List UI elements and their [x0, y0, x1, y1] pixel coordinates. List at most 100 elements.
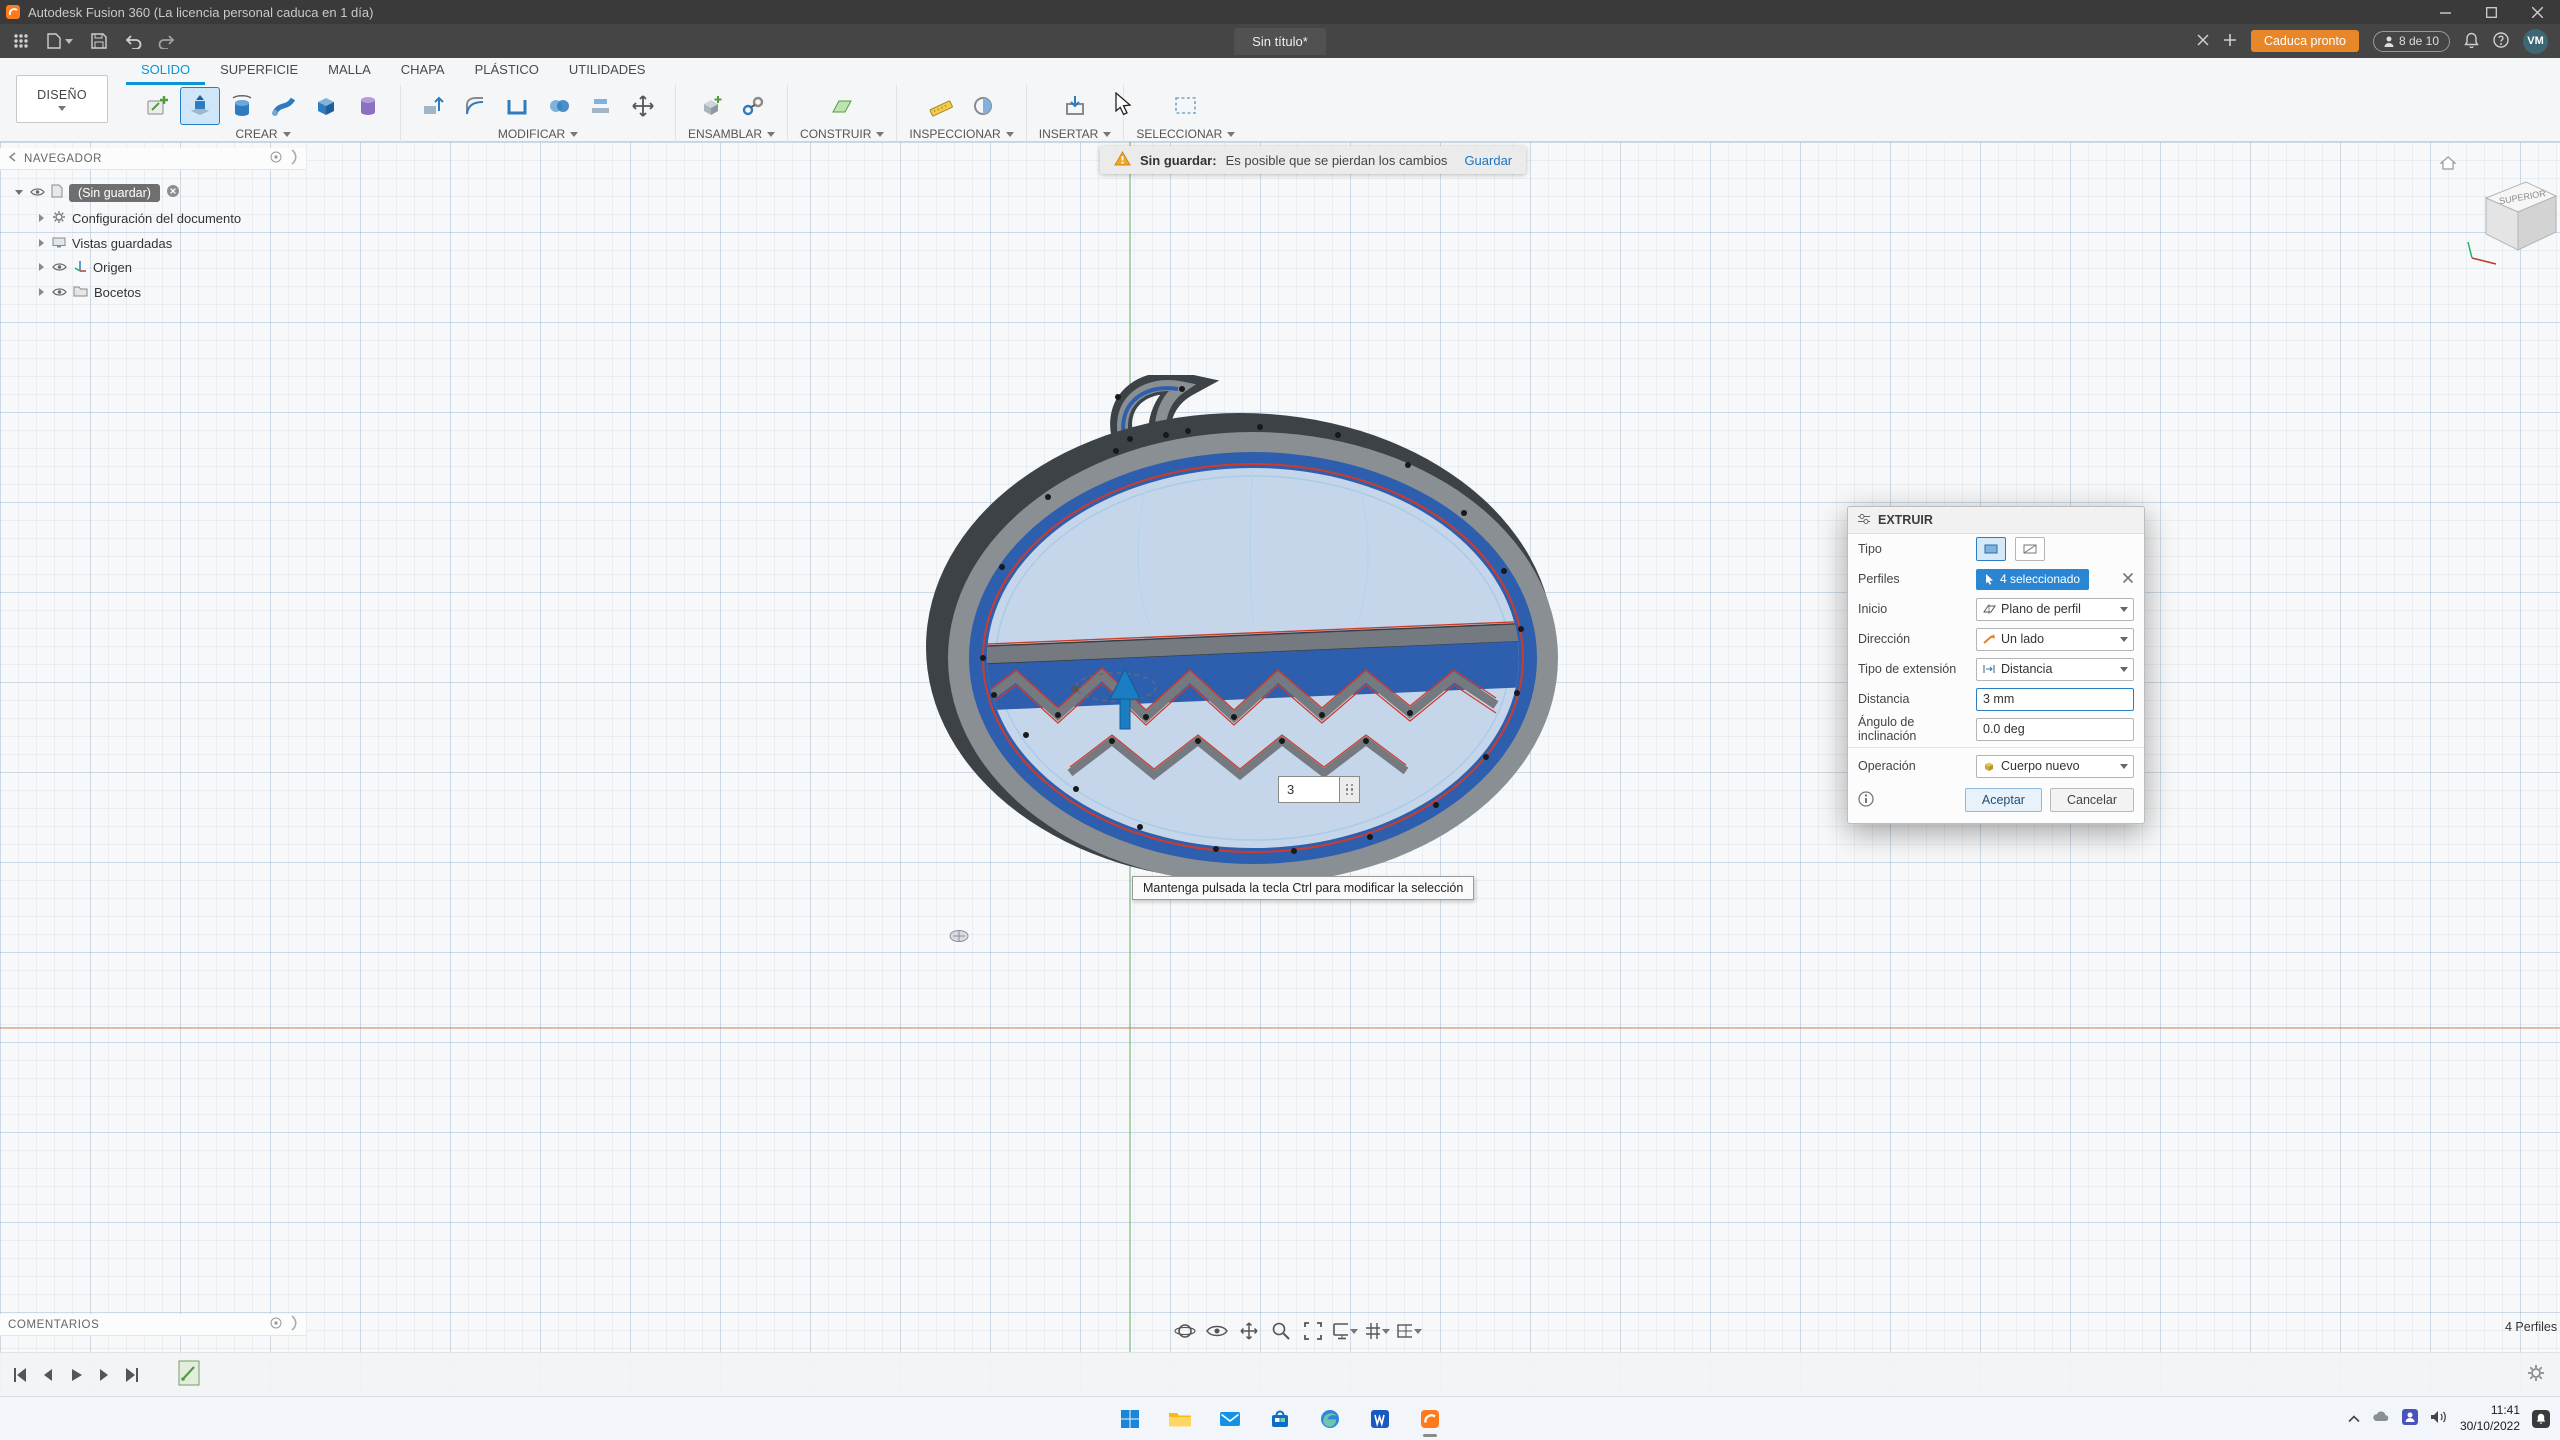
collapse-panel-icon[interactable]	[8, 152, 16, 165]
orbit-icon[interactable]	[1172, 1318, 1198, 1344]
timeline-play-icon[interactable]	[64, 1363, 88, 1387]
tray-chevron-up-icon[interactable]	[2348, 1411, 2360, 1426]
zoom-icon[interactable]	[1268, 1318, 1294, 1344]
caret-collapsed-icon[interactable]	[36, 260, 46, 275]
construction-plane-icon[interactable]	[822, 87, 862, 125]
save-link[interactable]: Guardar	[1464, 153, 1512, 168]
tree-row-doc-settings[interactable]: Configuración del documento	[36, 206, 241, 231]
start-button-icon[interactable]	[1111, 1400, 1149, 1438]
fusion360-taskbar-icon[interactable]	[1411, 1400, 1449, 1438]
active-document-name[interactable]: (Sin guardar)	[69, 184, 160, 202]
caret-collapsed-icon[interactable]	[36, 285, 46, 300]
distancia-input[interactable]: 3 mm	[1976, 688, 2134, 711]
grid-settings-icon[interactable]	[1364, 1318, 1390, 1344]
timeline-step-forward-icon[interactable]	[92, 1363, 116, 1387]
save-icon[interactable]	[84, 27, 114, 55]
operacion-dropdown[interactable]: Cuerpo nuevo	[1976, 755, 2134, 778]
pumpkin-cookie-cutter-model[interactable]	[920, 375, 1580, 905]
target-circle-icon[interactable]	[270, 1317, 282, 1332]
extrude-thin-type-button[interactable]	[2015, 537, 2045, 561]
seleccionar-dropdown[interactable]: SELECCIONAR	[1136, 126, 1235, 142]
extrude-drag-arrow-shaft[interactable]	[1120, 699, 1130, 729]
mail-app-icon[interactable]	[1211, 1400, 1249, 1438]
undo-icon[interactable]	[118, 27, 148, 55]
look-at-icon[interactable]	[1204, 1318, 1230, 1344]
tree-row-document[interactable]: (Sin guardar)	[14, 180, 180, 205]
store-app-icon[interactable]	[1261, 1400, 1299, 1438]
close-circle-icon[interactable]	[166, 184, 180, 201]
angulo-input[interactable]: 0.0 deg	[1976, 718, 2134, 741]
panel-resize-handle[interactable]	[290, 1315, 298, 1334]
timeline-skip-end-icon[interactable]	[120, 1363, 144, 1387]
revolve-icon[interactable]	[222, 87, 262, 125]
tab-plastico[interactable]: PLÁSTICO	[460, 58, 554, 85]
cancel-button[interactable]: Cancelar	[2050, 788, 2134, 812]
extension-dropdown[interactable]: Distancia	[1976, 658, 2134, 681]
app-launcher-icon[interactable]	[6, 27, 36, 55]
license-expiry-button[interactable]: Caduca pronto	[2251, 30, 2359, 52]
dimension-input[interactable]: 3	[1278, 776, 1340, 803]
create-sketch-icon[interactable]	[138, 87, 178, 125]
modificar-dropdown[interactable]: MODIFICAR	[498, 126, 578, 142]
accept-button[interactable]: Aceptar	[1965, 788, 2042, 812]
eye-icon[interactable]	[52, 260, 67, 275]
extrude-solid-type-button[interactable]	[1976, 537, 2006, 561]
timeline-skip-start-icon[interactable]	[8, 1363, 32, 1387]
word-app-icon[interactable]	[1361, 1400, 1399, 1438]
insertar-dropdown[interactable]: INSERTAR	[1039, 126, 1112, 142]
new-component-icon[interactable]	[691, 87, 731, 125]
combine-icon[interactable]	[539, 87, 579, 125]
user-avatar[interactable]: VM	[2523, 29, 2548, 54]
file-menu-icon[interactable]	[40, 27, 80, 55]
dimension-drag-grip[interactable]	[1340, 776, 1360, 803]
ensamblar-dropdown[interactable]: ENSAMBLAR	[688, 126, 775, 142]
fillet-icon[interactable]	[455, 87, 495, 125]
job-status-gear-icon[interactable]	[2526, 1363, 2546, 1386]
profiles-selected-chip[interactable]: 4 seleccionado	[1976, 569, 2089, 590]
shell-icon[interactable]	[497, 87, 537, 125]
select-tool-icon[interactable]	[1166, 87, 1206, 125]
fit-view-icon[interactable]	[1300, 1318, 1326, 1344]
rotate-handle-dot[interactable]	[1072, 686, 1079, 693]
notifications-bell-icon[interactable]	[2464, 32, 2479, 51]
tray-teams-icon[interactable]	[2402, 1409, 2418, 1428]
tree-row-origin[interactable]: Origen	[36, 255, 132, 280]
notifications-badge[interactable]	[2532, 1410, 2550, 1428]
workspace-selector[interactable]: DISEÑO	[16, 75, 108, 123]
crear-dropdown[interactable]: CREAR	[235, 126, 290, 142]
target-circle-icon[interactable]	[270, 151, 282, 166]
eye-icon[interactable]	[30, 185, 45, 200]
clear-selection-icon[interactable]	[2122, 572, 2134, 587]
caret-collapsed-icon[interactable]	[36, 211, 46, 226]
joint-icon[interactable]	[733, 87, 773, 125]
close-icon[interactable]	[2514, 0, 2560, 24]
extrude-icon[interactable]	[180, 87, 220, 125]
tab-utilidades[interactable]: UTILIDADES	[554, 58, 661, 85]
caret-collapsed-icon[interactable]	[36, 236, 46, 251]
info-icon[interactable]	[1858, 791, 1874, 810]
eye-icon[interactable]	[52, 285, 67, 300]
tab-solido[interactable]: SOLIDO	[126, 58, 205, 85]
tree-row-sketches[interactable]: Bocetos	[36, 280, 141, 305]
home-icon[interactable]	[2440, 156, 2456, 170]
move-copy-icon[interactable]	[623, 87, 663, 125]
tray-onedrive-icon[interactable]	[2372, 1411, 2390, 1426]
inspeccionar-dropdown[interactable]: INSPECCIONAR	[909, 126, 1013, 142]
close-tab-icon[interactable]	[2197, 34, 2209, 49]
viewports-icon[interactable]	[1396, 1318, 1422, 1344]
redo-icon[interactable]	[152, 27, 182, 55]
display-settings-icon[interactable]	[1332, 1318, 1358, 1344]
press-pull-icon[interactable]	[413, 87, 453, 125]
maximize-icon[interactable]	[2468, 0, 2514, 24]
edge-browser-icon[interactable]	[1311, 1400, 1349, 1438]
help-icon[interactable]	[2493, 32, 2509, 51]
tree-row-saved-views[interactable]: Vistas guardadas	[36, 231, 172, 256]
panel-resize-handle[interactable]	[290, 149, 298, 168]
section-analysis-icon[interactable]	[963, 87, 1003, 125]
minimize-icon[interactable]	[2422, 0, 2468, 24]
box-primitive-icon[interactable]	[306, 87, 346, 125]
cylinder-primitive-icon[interactable]	[348, 87, 388, 125]
tab-superficie[interactable]: SUPERFICIE	[205, 58, 313, 85]
quota-badge[interactable]: 8 de 10	[2373, 31, 2450, 52]
construir-dropdown[interactable]: CONSTRUIR	[800, 126, 884, 142]
